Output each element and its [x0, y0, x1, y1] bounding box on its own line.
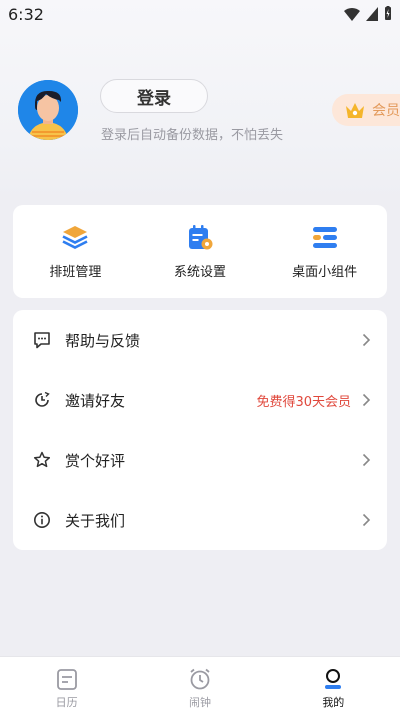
tool-shift-management[interactable]: 排班管理 — [20, 223, 130, 280]
status-icons — [344, 6, 392, 21]
avatar-icon — [18, 80, 78, 140]
menu-label: 关于我们 — [65, 511, 126, 530]
login-hint: 登录后自动备份数据，不怕丢失 — [101, 128, 284, 143]
menu-item-about-us[interactable]: 关于我们 — [13, 490, 387, 550]
signal-icon — [366, 6, 378, 21]
tab-profile[interactable]: 我的 — [267, 657, 400, 713]
profile-icon — [325, 669, 342, 689]
wifi-icon — [344, 7, 360, 21]
tab-calendar[interactable]: 日历 — [0, 657, 133, 713]
calendar-icon — [56, 669, 77, 690]
menu-label: 邀请好友 — [65, 391, 126, 410]
menu-item-invite-friends[interactable]: 邀请好友 免费得30天会员 — [13, 370, 387, 430]
status-bar: 6:32 — [0, 0, 400, 28]
login-button[interactable]: 登录 — [100, 79, 208, 113]
chevron-right-icon — [362, 333, 371, 347]
tool-label: 排班管理 — [49, 265, 102, 280]
layers-icon — [62, 226, 88, 249]
crown-icon — [346, 103, 364, 118]
battery-icon — [385, 6, 391, 20]
chevron-right-icon — [362, 393, 371, 407]
feedback-icon — [34, 332, 50, 349]
tools-card: 排班管理 系统设置 桌面小组件 — [13, 205, 387, 298]
avatar[interactable] — [18, 80, 78, 140]
bottom-tab-bar: 日历 闹钟 我的 — [0, 656, 400, 713]
tool-system-settings[interactable]: 系统设置 — [145, 223, 255, 280]
tab-label: 闹钟 — [188, 696, 211, 709]
menu-card: 帮助与反馈 邀请好友 免费得30天会员 赏个好评 关于我们 — [13, 310, 387, 550]
tool-label: 系统设置 — [173, 265, 226, 280]
tab-label: 我的 — [322, 696, 345, 709]
tool-label: 桌面小组件 — [292, 265, 358, 280]
star-icon — [33, 451, 51, 468]
status-time: 6:32 — [8, 5, 44, 24]
calendar-settings-icon — [188, 225, 213, 250]
menu-label: 帮助与反馈 — [65, 331, 141, 350]
promo-text: 免费得30天会员 — [256, 394, 351, 410]
chevron-right-icon — [362, 453, 371, 467]
tool-desktop-widget[interactable]: 桌面小组件 — [270, 223, 380, 280]
info-icon — [34, 512, 50, 528]
alarm-icon — [190, 668, 210, 690]
menu-item-help-feedback[interactable]: 帮助与反馈 — [13, 310, 387, 370]
invite-icon — [35, 391, 50, 407]
vip-label: 会员 — [372, 103, 400, 119]
menu-item-rate-us[interactable]: 赏个好评 — [13, 430, 387, 490]
chevron-right-icon — [362, 513, 371, 527]
tab-label: 日历 — [55, 696, 78, 709]
widget-icon — [312, 227, 337, 248]
vip-badge[interactable]: 会员 — [332, 94, 400, 126]
menu-label: 赏个好评 — [65, 451, 126, 470]
tab-alarm[interactable]: 闹钟 — [133, 657, 266, 713]
